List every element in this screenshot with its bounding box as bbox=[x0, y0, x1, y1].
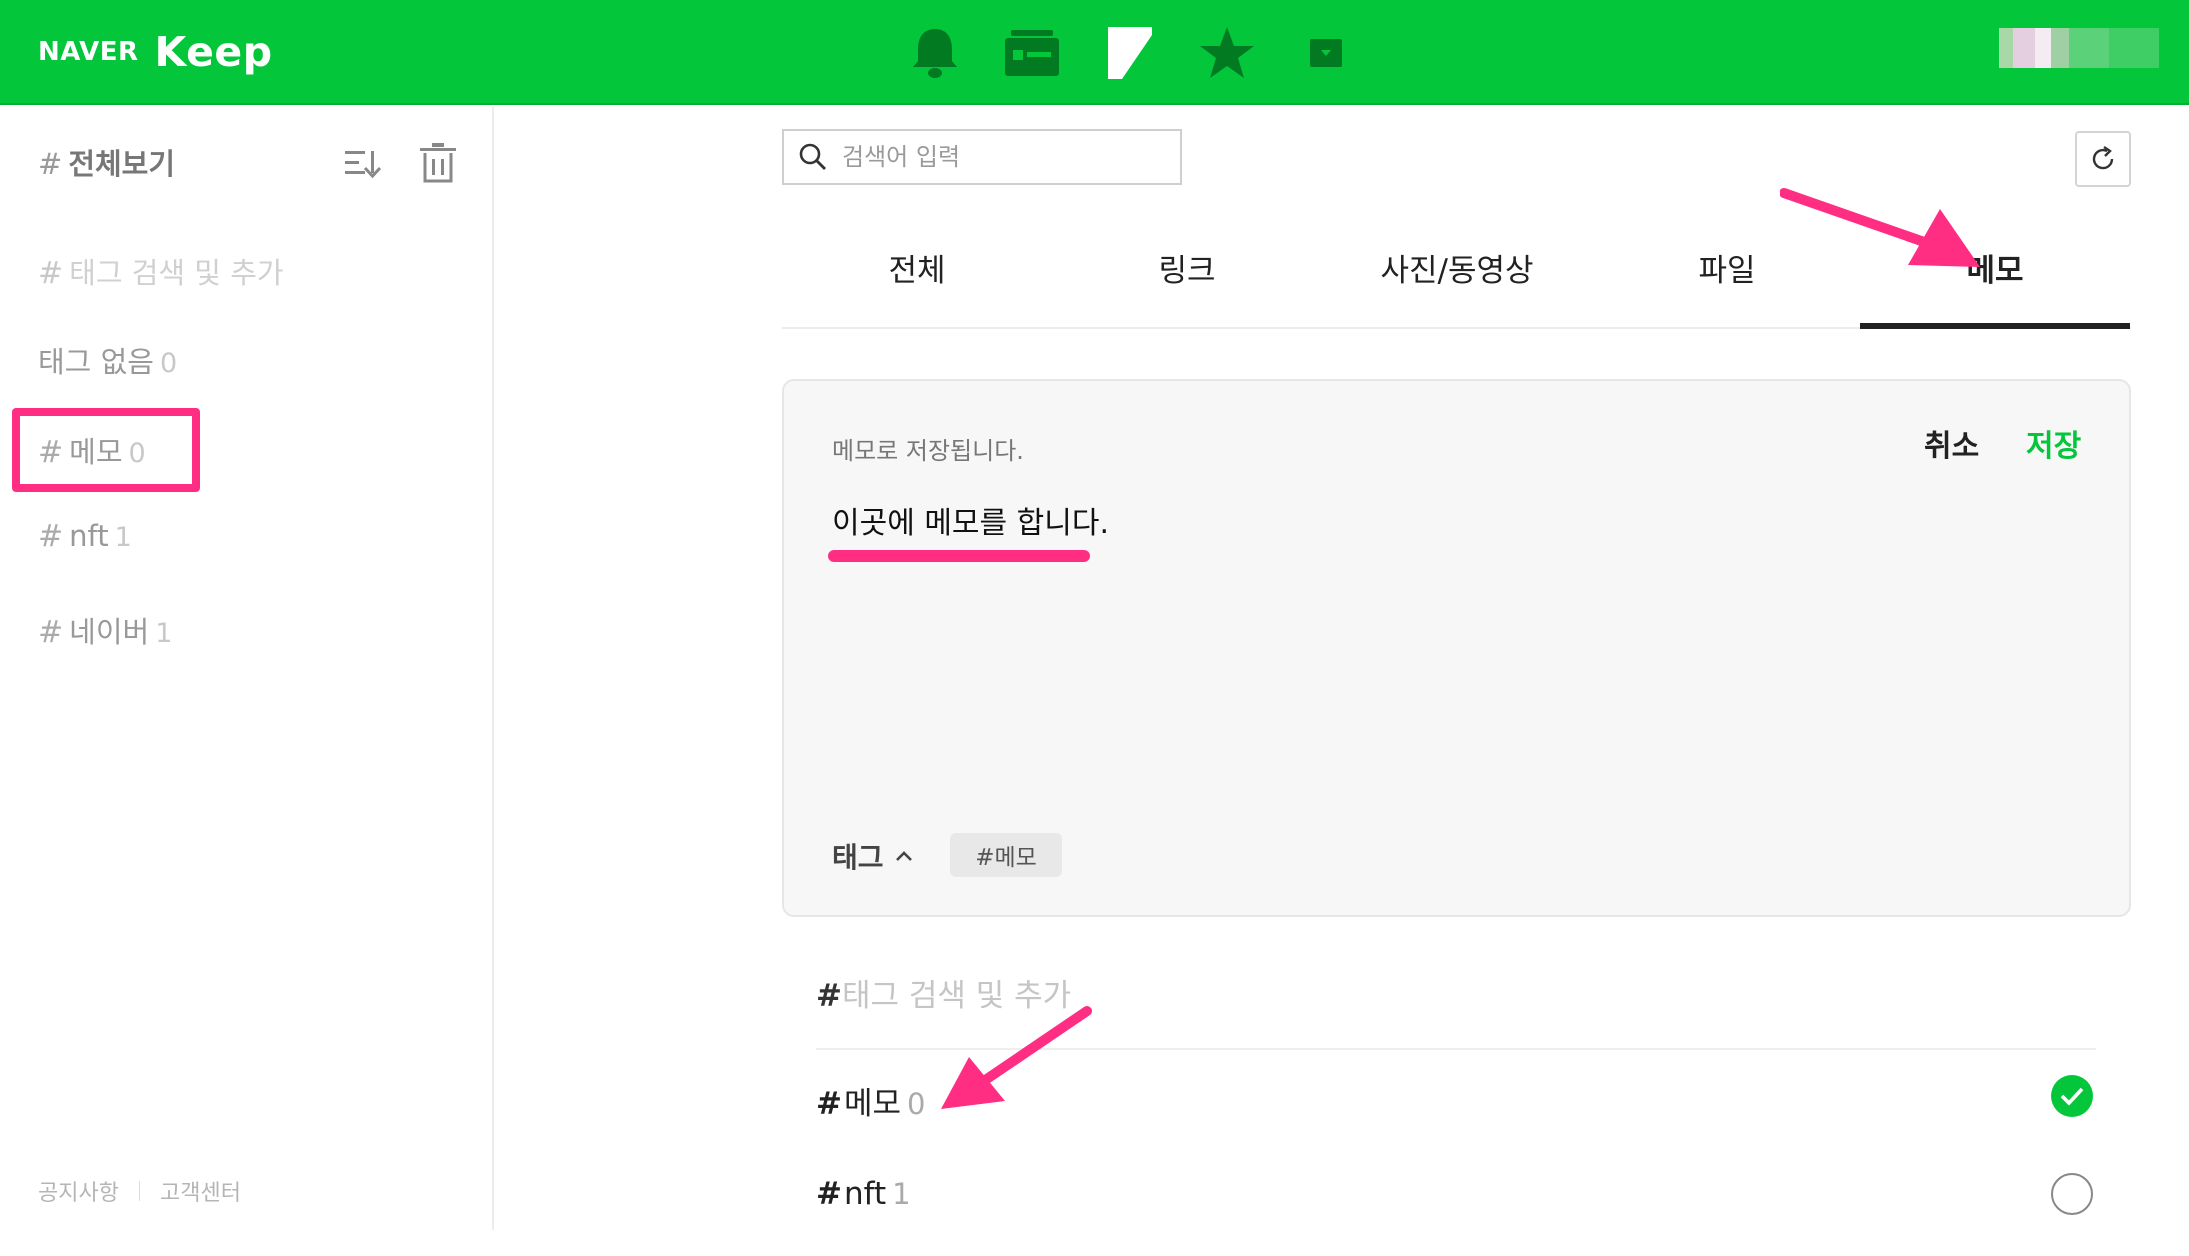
annotation-underline bbox=[828, 550, 1090, 562]
hash-symbol: # bbox=[38, 256, 64, 291]
annotation-highlight-box bbox=[12, 408, 200, 492]
notice-link[interactable]: 공지사항 bbox=[38, 1175, 119, 1207]
naver-keep-logo[interactable]: NAVER Keep bbox=[38, 22, 273, 82]
user-avatar-blurred[interactable] bbox=[1999, 28, 2159, 68]
sidebar-item-count: 0 bbox=[159, 348, 178, 379]
sidebar-item-label: nft bbox=[69, 519, 109, 553]
sidebar-title-label: 전체보기 bbox=[68, 147, 176, 181]
footer-divider bbox=[138, 1181, 140, 1201]
tab-photo-video[interactable]: 사진/동영상 bbox=[1322, 225, 1592, 327]
memo-content-input[interactable]: 이곳에 메모를 합니다. bbox=[832, 498, 1109, 542]
tab-link[interactable]: 링크 bbox=[1052, 225, 1322, 327]
hash-symbol: # bbox=[38, 519, 64, 554]
logo-naver-text: NAVER bbox=[38, 37, 139, 67]
tag-option-label: 메모 bbox=[843, 1086, 902, 1122]
tab-file[interactable]: 파일 bbox=[1592, 225, 1862, 327]
tag-picker-search[interactable]: #태그 검색 및 추가 bbox=[816, 970, 2096, 1050]
tag-option-label: nft bbox=[843, 1176, 887, 1212]
sidebar-item-label: 네이버 bbox=[69, 615, 150, 649]
bell-icon[interactable] bbox=[900, 18, 970, 88]
refresh-button[interactable] bbox=[2075, 131, 2131, 187]
selected-tag-chip[interactable]: #메모 bbox=[950, 833, 1062, 877]
customer-center-link[interactable]: 고객센터 bbox=[160, 1175, 241, 1207]
bookmark-flag-icon[interactable] bbox=[1095, 18, 1165, 88]
hash-symbol: # bbox=[816, 978, 842, 1014]
hash-symbol: # bbox=[816, 1176, 842, 1212]
logo-keep-text: Keep bbox=[154, 28, 273, 76]
tag-toggle-button[interactable]: 태그 bbox=[832, 836, 914, 876]
sidebar-tag-search-placeholder: 태그 검색 및 추가 bbox=[69, 256, 284, 290]
archive-icon[interactable] bbox=[1291, 18, 1361, 88]
search-box[interactable] bbox=[782, 129, 1182, 185]
tag-option-memo[interactable]: #메모 0 bbox=[816, 1075, 2096, 1158]
chevron-up-icon bbox=[895, 851, 912, 861]
search-input[interactable] bbox=[842, 143, 1162, 171]
hash-symbol: # bbox=[816, 1086, 842, 1122]
unchecked-circle-icon[interactable] bbox=[2050, 1172, 2094, 1216]
sidebar-title-all[interactable]: # 전체보기 bbox=[38, 141, 175, 183]
checked-circle-icon[interactable] bbox=[2050, 1074, 2094, 1118]
tag-toggle-label: 태그 bbox=[832, 841, 884, 874]
search-icon bbox=[799, 143, 826, 170]
card-list-icon[interactable] bbox=[997, 18, 1067, 88]
tag-option-count: 1 bbox=[892, 1177, 911, 1211]
tab-all[interactable]: 전체 bbox=[782, 225, 1052, 327]
sort-icon[interactable] bbox=[343, 143, 383, 183]
hash-symbol: # bbox=[38, 147, 63, 181]
tag-picker-search-placeholder: 태그 검색 및 추가 bbox=[841, 978, 1072, 1014]
refresh-icon bbox=[2092, 146, 2114, 170]
cancel-button[interactable]: 취소 bbox=[1924, 421, 1979, 465]
save-button[interactable]: 저장 bbox=[2026, 421, 2081, 465]
sidebar-item-nft[interactable]: # nft 1 bbox=[38, 519, 132, 554]
trash-icon[interactable] bbox=[418, 141, 458, 185]
sidebar-item-count: 1 bbox=[114, 522, 132, 553]
tag-option-nft[interactable]: #nft 1 bbox=[816, 1173, 2096, 1256]
star-icon[interactable] bbox=[1192, 18, 1262, 88]
memo-editor-card: 메모로 저장됩니다. 취소 저장 이곳에 메모를 합니다. 태그 #메모 bbox=[782, 379, 2131, 917]
tab-memo[interactable]: 메모 bbox=[1860, 225, 2130, 329]
content-type-tabs: 전체 링크 사진/동영상 파일 메모 bbox=[782, 225, 2131, 329]
sidebar-item-count: 1 bbox=[155, 618, 173, 649]
sidebar-item-label: 태그 없음 bbox=[38, 345, 154, 379]
sidebar-tag-search[interactable]: # 태그 검색 및 추가 bbox=[38, 250, 284, 292]
sidebar-item-naver[interactable]: # 네이버 1 bbox=[38, 609, 172, 651]
sidebar-item-no-tag[interactable]: 태그 없음 0 bbox=[38, 339, 177, 381]
sidebar-footer: 공지사항 고객센터 bbox=[38, 1175, 241, 1207]
hash-symbol: # bbox=[38, 615, 64, 650]
tag-option-count: 0 bbox=[907, 1087, 926, 1121]
memo-save-hint: 메모로 저장됩니다. bbox=[832, 437, 1024, 465]
sidebar: # 전체보기 # 태그 검색 및 추가 태그 없음 0 # 메모 0 # nft 1 # 네이버… bbox=[0, 107, 494, 1230]
top-bar: NAVER Keep bbox=[0, 0, 2189, 105]
